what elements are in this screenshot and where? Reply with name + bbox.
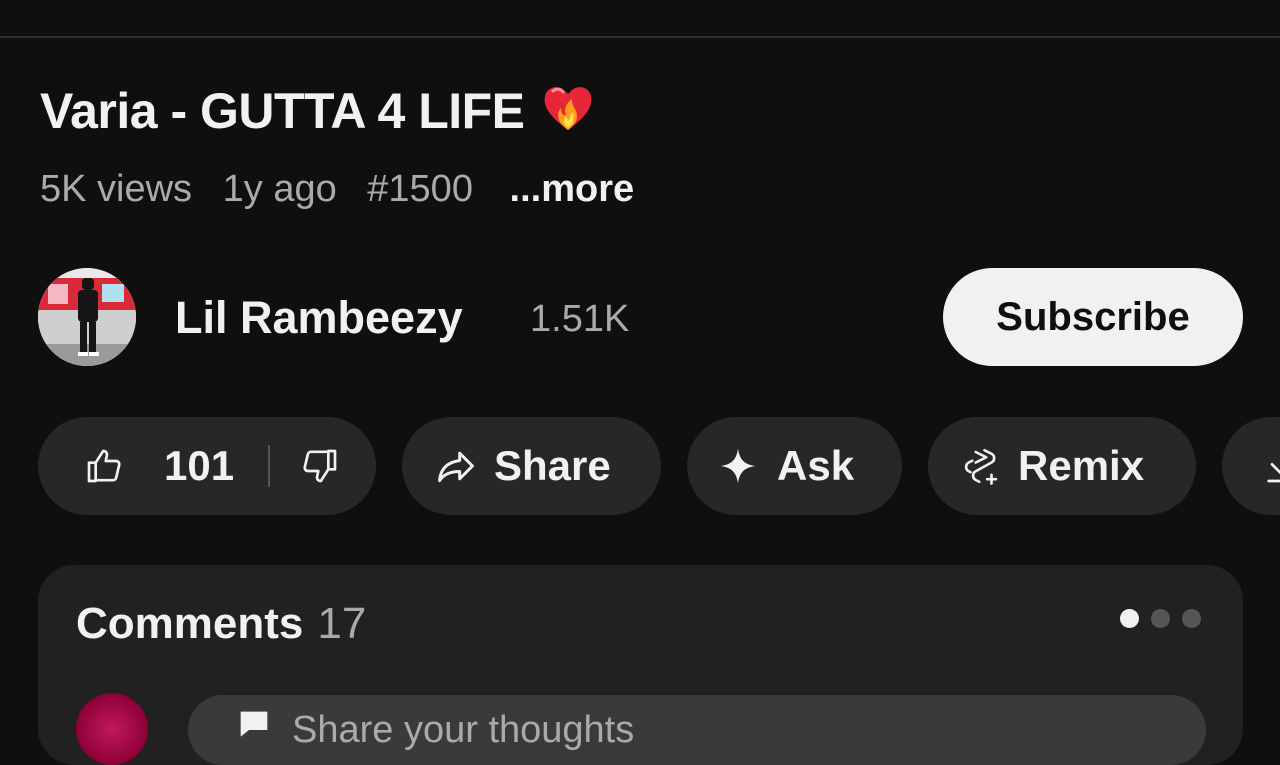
comments-count: 17 — [317, 599, 367, 648]
comment-input[interactable]: Share your thoughts — [188, 695, 1206, 765]
comments-title: Comments — [76, 599, 304, 648]
user-avatar — [76, 693, 148, 765]
download-button[interactable] — [1222, 417, 1280, 515]
share-arrow-icon — [434, 444, 478, 488]
remix-icon — [960, 445, 1002, 487]
video-title[interactable]: Varia - GUTTA 4 LIFE — [40, 78, 597, 140]
top-divider — [0, 36, 1280, 38]
carousel-dots[interactable] — [1120, 609, 1201, 628]
download-icon — [1262, 446, 1280, 486]
remix-label: Remix — [1018, 442, 1145, 489]
ask-button[interactable]: Ask — [687, 417, 902, 515]
like-count: 101 — [164, 442, 235, 489]
more-link[interactable]: ...more — [510, 168, 635, 210]
thumbs-up-icon — [84, 446, 124, 486]
thumbs-down-icon — [300, 446, 340, 486]
upload-age: 1y ago — [222, 168, 337, 210]
comments-panel[interactable]: Comments 17 Share your thoughts — [38, 565, 1243, 765]
comment-bubble-icon — [234, 705, 274, 755]
view-count: 5K views — [40, 168, 193, 210]
sparkle-icon — [719, 447, 757, 485]
remix-button[interactable]: Remix — [928, 417, 1196, 515]
dislike-button[interactable] — [300, 446, 340, 486]
subscribe-button[interactable]: Subscribe — [943, 268, 1243, 366]
heart-on-fire-icon — [539, 78, 597, 136]
like-dislike-bar: 101 — [38, 417, 376, 515]
video-title-text: Varia - GUTTA 4 LIFE — [40, 83, 525, 139]
video-metadata[interactable]: 5K views 1y ago #1500 ...more — [40, 168, 654, 211]
carousel-dot-active[interactable] — [1120, 609, 1139, 628]
comment-placeholder: Share your thoughts — [292, 708, 635, 751]
like-divider — [268, 445, 271, 487]
share-label: Share — [494, 442, 611, 489]
comments-heading: Comments 17 — [76, 599, 366, 649]
share-button[interactable]: Share — [402, 417, 661, 515]
carousel-dot[interactable] — [1182, 609, 1201, 628]
channel-avatar[interactable] — [38, 268, 136, 366]
channel-name[interactable]: Lil Rambeezy — [175, 292, 463, 344]
like-button[interactable]: 101 — [38, 442, 234, 490]
subscriber-count: 1.51K — [530, 298, 630, 340]
ask-label: Ask — [777, 442, 855, 489]
carousel-dot[interactable] — [1151, 609, 1170, 628]
hashtag-rank[interactable]: #1500 — [367, 168, 473, 210]
